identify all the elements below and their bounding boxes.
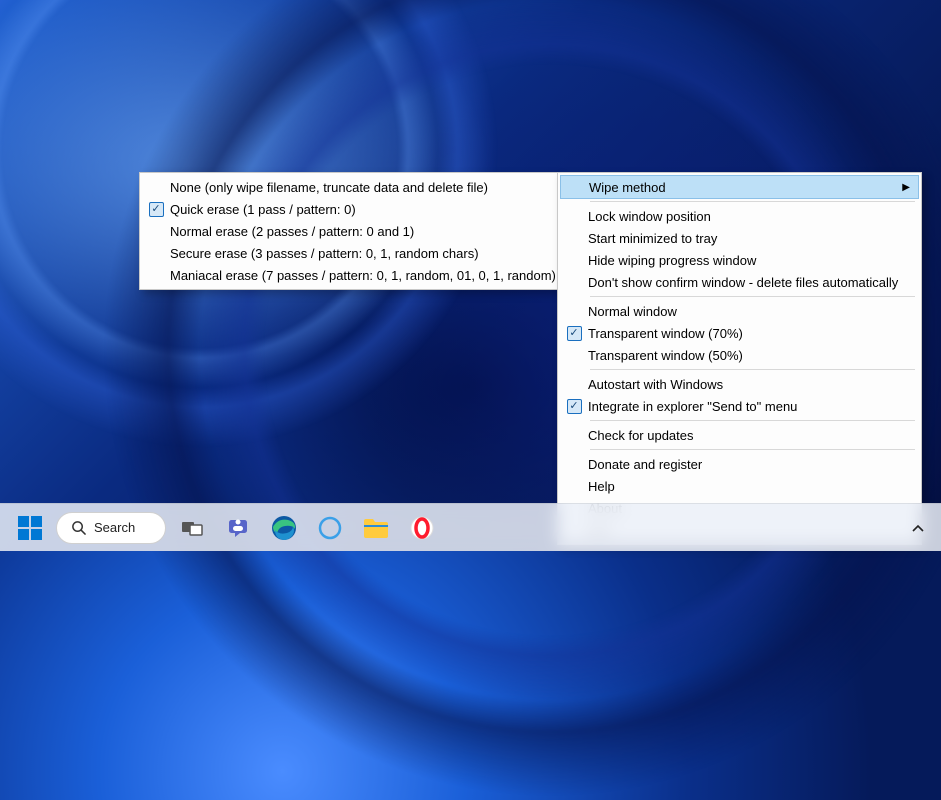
menu-item-label: Normal window	[588, 304, 677, 319]
menu-item[interactable]: ✓ Transparent window (70%)	[560, 322, 919, 344]
menu-item[interactable]: Donate and register	[560, 453, 919, 475]
file-explorer-button[interactable]	[356, 508, 396, 548]
start-button[interactable]	[10, 508, 50, 548]
menu-item-label: Help	[588, 479, 615, 494]
wipe-method-option[interactable]: Secure erase (3 passes / pattern: 0, 1, …	[142, 242, 556, 264]
chat-button[interactable]	[218, 508, 258, 548]
menu-item-label: Integrate in explorer "Send to" menu	[588, 399, 797, 414]
menu-item-label: Secure erase (3 passes / pattern: 0, 1, …	[170, 246, 479, 261]
menu-item[interactable]: Lock window position	[560, 205, 919, 227]
menu-item-label: Start minimized to tray	[588, 231, 717, 246]
edge-icon	[271, 515, 297, 541]
menu-check-column: ✓	[142, 202, 170, 217]
wipe-method-option[interactable]: None (only wipe filename, truncate data …	[142, 176, 556, 198]
chevron-up-icon	[912, 524, 924, 532]
windows-logo-icon	[18, 516, 42, 540]
menu-check-column: ✓	[560, 399, 588, 414]
opera-button[interactable]	[402, 508, 442, 548]
menu-item-label: Lock window position	[588, 209, 711, 224]
menu-item-label: Quick erase (1 pass / pattern: 0)	[170, 202, 356, 217]
menu-item-label: Maniacal erase (7 passes / pattern: 0, 1…	[170, 268, 556, 283]
check-icon: ✓	[567, 399, 582, 414]
search-icon	[71, 520, 86, 535]
menu-separator	[590, 369, 915, 370]
menu-item-label: Check for updates	[588, 428, 694, 443]
submenu-arrow-icon: ▶	[902, 182, 910, 193]
menu-item-label: Wipe method	[589, 180, 666, 195]
menu-item-label: Transparent window (50%)	[588, 348, 743, 363]
menu-item[interactable]: Help	[560, 475, 919, 497]
menu-item-label: Hide wiping progress window	[588, 253, 756, 268]
tray-context-menu: Wipe method ▶ Lock window position Start mi…	[557, 172, 922, 545]
menu-item[interactable]: ✓ Integrate in explorer "Send to" menu	[560, 395, 919, 417]
menu-separator	[590, 201, 915, 202]
wipe-method-submenu: None (only wipe filename, truncate data …	[139, 172, 559, 290]
wipe-method-option[interactable]: Maniacal erase (7 passes / pattern: 0, 1…	[142, 264, 556, 286]
taskbar: Search	[0, 503, 941, 551]
task-view-button[interactable]	[172, 508, 212, 548]
opera-icon	[410, 516, 434, 540]
check-icon: ✓	[567, 326, 582, 341]
menu-item-label: Don't show confirm window - delete files…	[588, 275, 898, 290]
tray-overflow-button[interactable]	[905, 515, 931, 541]
menu-item-label: Normal erase (2 passes / pattern: 0 and …	[170, 224, 414, 239]
task-view-icon	[181, 519, 203, 537]
taskbar-search[interactable]: Search	[56, 512, 166, 544]
menu-item-label: None (only wipe filename, truncate data …	[170, 180, 488, 195]
menu-item[interactable]: Hide wiping progress window	[560, 249, 919, 271]
edge-button[interactable]	[264, 508, 304, 548]
menu-item[interactable]: Wipe method ▶	[560, 175, 919, 199]
menu-check-column: ✓	[560, 326, 588, 341]
menu-separator	[590, 449, 915, 450]
cortana-icon	[318, 516, 342, 540]
folder-icon	[363, 517, 389, 539]
wipe-method-option[interactable]: ✓ Quick erase (1 pass / pattern: 0)	[142, 198, 556, 220]
menu-item-label: Donate and register	[588, 457, 702, 472]
menu-item[interactable]: Transparent window (50%)	[560, 344, 919, 366]
wipe-method-option[interactable]: Normal erase (2 passes / pattern: 0 and …	[142, 220, 556, 242]
menu-item[interactable]: Normal window	[560, 300, 919, 322]
taskbar-search-label: Search	[94, 520, 135, 535]
menu-item[interactable]: Check for updates	[560, 424, 919, 446]
menu-item[interactable]: Autostart with Windows	[560, 373, 919, 395]
check-icon: ✓	[149, 202, 164, 217]
menu-item[interactable]: Start minimized to tray	[560, 227, 919, 249]
menu-separator	[590, 296, 915, 297]
menu-separator	[590, 420, 915, 421]
menu-item-label: Transparent window (70%)	[588, 326, 743, 341]
menu-item[interactable]: Don't show confirm window - delete files…	[560, 271, 919, 293]
menu-item-label: Autostart with Windows	[588, 377, 723, 392]
chat-icon	[226, 516, 250, 540]
cortana-button[interactable]	[310, 508, 350, 548]
